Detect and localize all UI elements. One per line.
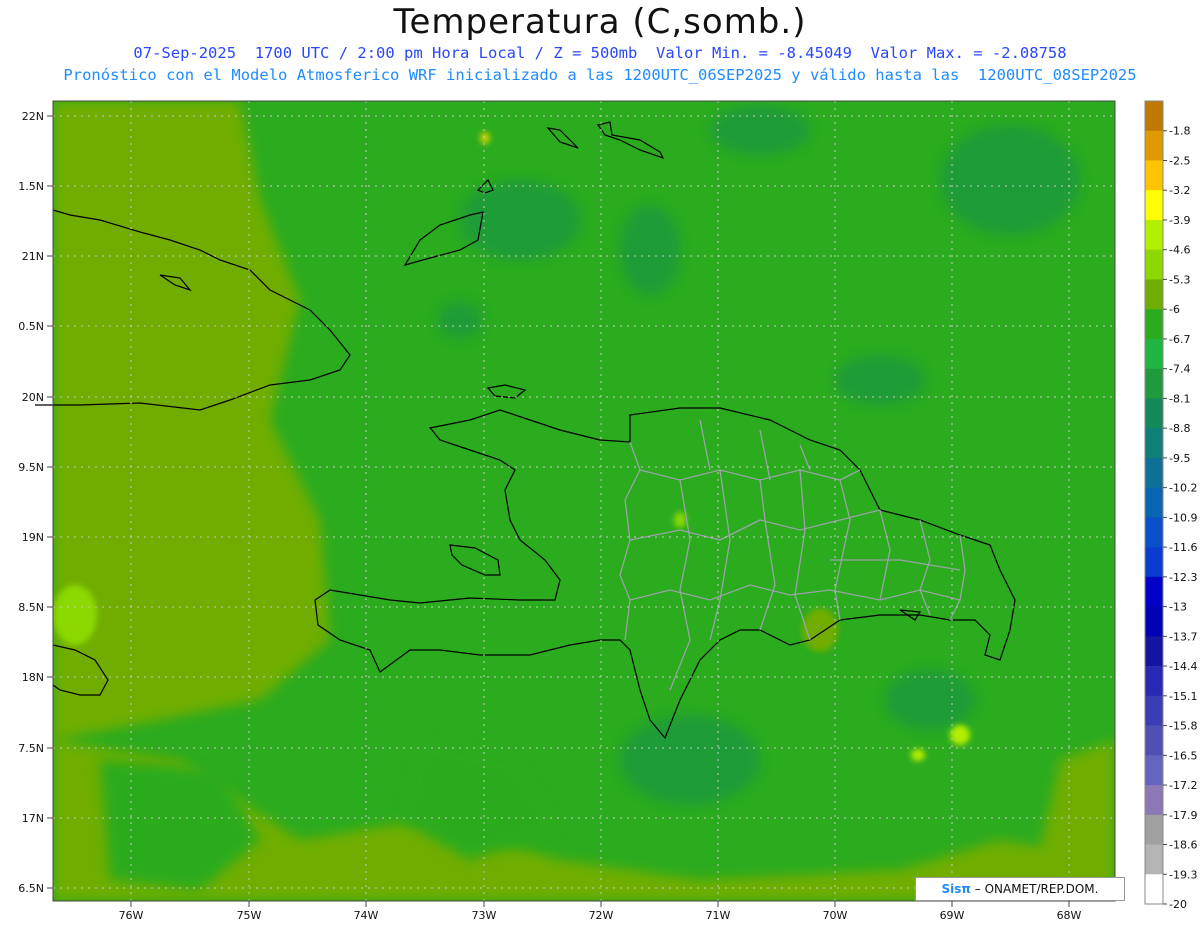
lat-label: 18N [22, 671, 44, 684]
colorbar-swatch [1145, 636, 1163, 667]
colorbar-swatch [1145, 398, 1163, 429]
colorbar-label: -15.8 [1169, 720, 1197, 733]
colorbar-label: -17.9 [1169, 809, 1197, 822]
colorbar-label: -12.3 [1169, 571, 1197, 584]
colorbar-swatch [1145, 428, 1163, 459]
colorbar-swatch [1145, 130, 1163, 161]
colorbar-label: -6.7 [1169, 333, 1190, 346]
colorbar-swatch [1145, 814, 1163, 845]
lat-label: 1.5N [18, 180, 44, 193]
colorbar-swatch [1145, 844, 1163, 875]
colorbar-label: -4.6 [1169, 244, 1190, 257]
colorbar-swatch [1145, 576, 1163, 607]
lon-label: 73W [472, 909, 497, 922]
lon-labels: 76W 75W 74W 73W 72W 71W 70W 69W 68W [119, 909, 1082, 922]
colorbar-label: -13.7 [1169, 630, 1197, 643]
colorbar-label: -7.4 [1169, 363, 1190, 376]
colorbar-label: -9.5 [1169, 452, 1190, 465]
lon-label: 74W [354, 909, 379, 922]
colorbar-label: -6 [1169, 303, 1180, 316]
colorbar-swatch [1145, 725, 1163, 756]
colorbar-label: -13 [1169, 601, 1187, 614]
colorbar-swatch [1145, 457, 1163, 488]
colorbar-label: -8.1 [1169, 392, 1190, 405]
colorbar-label: -16.5 [1169, 749, 1197, 762]
colorbar-label: -18.6 [1169, 839, 1197, 852]
colorbar-label: -1.8 [1169, 125, 1190, 138]
lat-label: 21N [22, 250, 44, 263]
colorbar-swatch [1145, 160, 1163, 191]
colorbar-label: -17.2 [1169, 779, 1197, 792]
map-canvas: 22N 1.5N 21N 0.5N 20N 9.5N 19N 8.5N 18N … [18, 100, 1197, 922]
lon-label: 76W [119, 909, 144, 922]
lat-label: 20N [22, 391, 44, 404]
lat-label: 7.5N [18, 742, 44, 755]
colorbar-label: -19.3 [1169, 868, 1197, 881]
colorbar-label: -10.9 [1169, 511, 1197, 524]
lat-label: 8.5N [18, 601, 44, 614]
colorbar-swatch [1145, 338, 1163, 369]
lat-label: 22N [22, 110, 44, 123]
lat-label: 0.5N [18, 320, 44, 333]
credit-brand: Sisπ [941, 882, 971, 896]
credit-box: Sisπ – ONAMET/REP.DOM. [915, 877, 1125, 901]
colorbar-swatch [1145, 487, 1163, 518]
lon-label: 68W [1057, 909, 1082, 922]
colorbar-label: -3.2 [1169, 184, 1190, 197]
lon-label: 72W [589, 909, 614, 922]
colorbar-swatch [1145, 517, 1163, 548]
lon-label: 69W [940, 909, 965, 922]
lon-label: 70W [823, 909, 848, 922]
colorbar-swatch [1145, 279, 1163, 310]
colorbar-label: -8.8 [1169, 422, 1190, 435]
colorbar-label: -20 [1169, 898, 1187, 911]
colorbar-swatch [1145, 249, 1163, 280]
colorbar-label: -2.5 [1169, 154, 1190, 167]
colorbar-swatch [1145, 606, 1163, 637]
colorbar-swatch [1145, 219, 1163, 250]
colorbar: -1.8 -2.5 -3.2 -3.9 -4.6 -5.3 -6 -6.7 -7.4 -8.1 -8… [1144, 100, 1197, 911]
colorbar-swatch [1145, 695, 1163, 726]
colorbar-label: -3.9 [1169, 214, 1190, 227]
lat-labels: 22N 1.5N 21N 0.5N 20N 9.5N 19N 8.5N 18N … [18, 110, 44, 895]
colorbar-label: -10.2 [1169, 482, 1197, 495]
colorbar-label: -5.3 [1169, 273, 1190, 286]
lon-label: 75W [237, 909, 262, 922]
lat-label: 19N [22, 531, 44, 544]
colorbar-swatch [1145, 190, 1163, 221]
colorbar-label: -14.4 [1169, 660, 1197, 673]
colorbar-swatch [1145, 368, 1163, 399]
credit-text: – ONAMET/REP.DOM. [974, 882, 1099, 896]
lat-label: 17N [22, 812, 44, 825]
colorbar-label: -15.1 [1169, 690, 1197, 703]
colorbar-swatch [1145, 755, 1163, 786]
temperature-field [53, 101, 1115, 901]
lat-label: 9.5N [18, 461, 44, 474]
colorbar-label: -11.6 [1169, 541, 1197, 554]
colorbar-swatch [1145, 547, 1163, 578]
colorbar-swatch [1145, 785, 1163, 816]
lat-label: 6.5N [18, 882, 44, 895]
colorbar-swatch [1145, 101, 1163, 132]
colorbar-swatch [1145, 666, 1163, 697]
colorbar-swatch [1145, 874, 1163, 905]
colorbar-swatch [1145, 309, 1163, 340]
lon-label: 71W [706, 909, 731, 922]
